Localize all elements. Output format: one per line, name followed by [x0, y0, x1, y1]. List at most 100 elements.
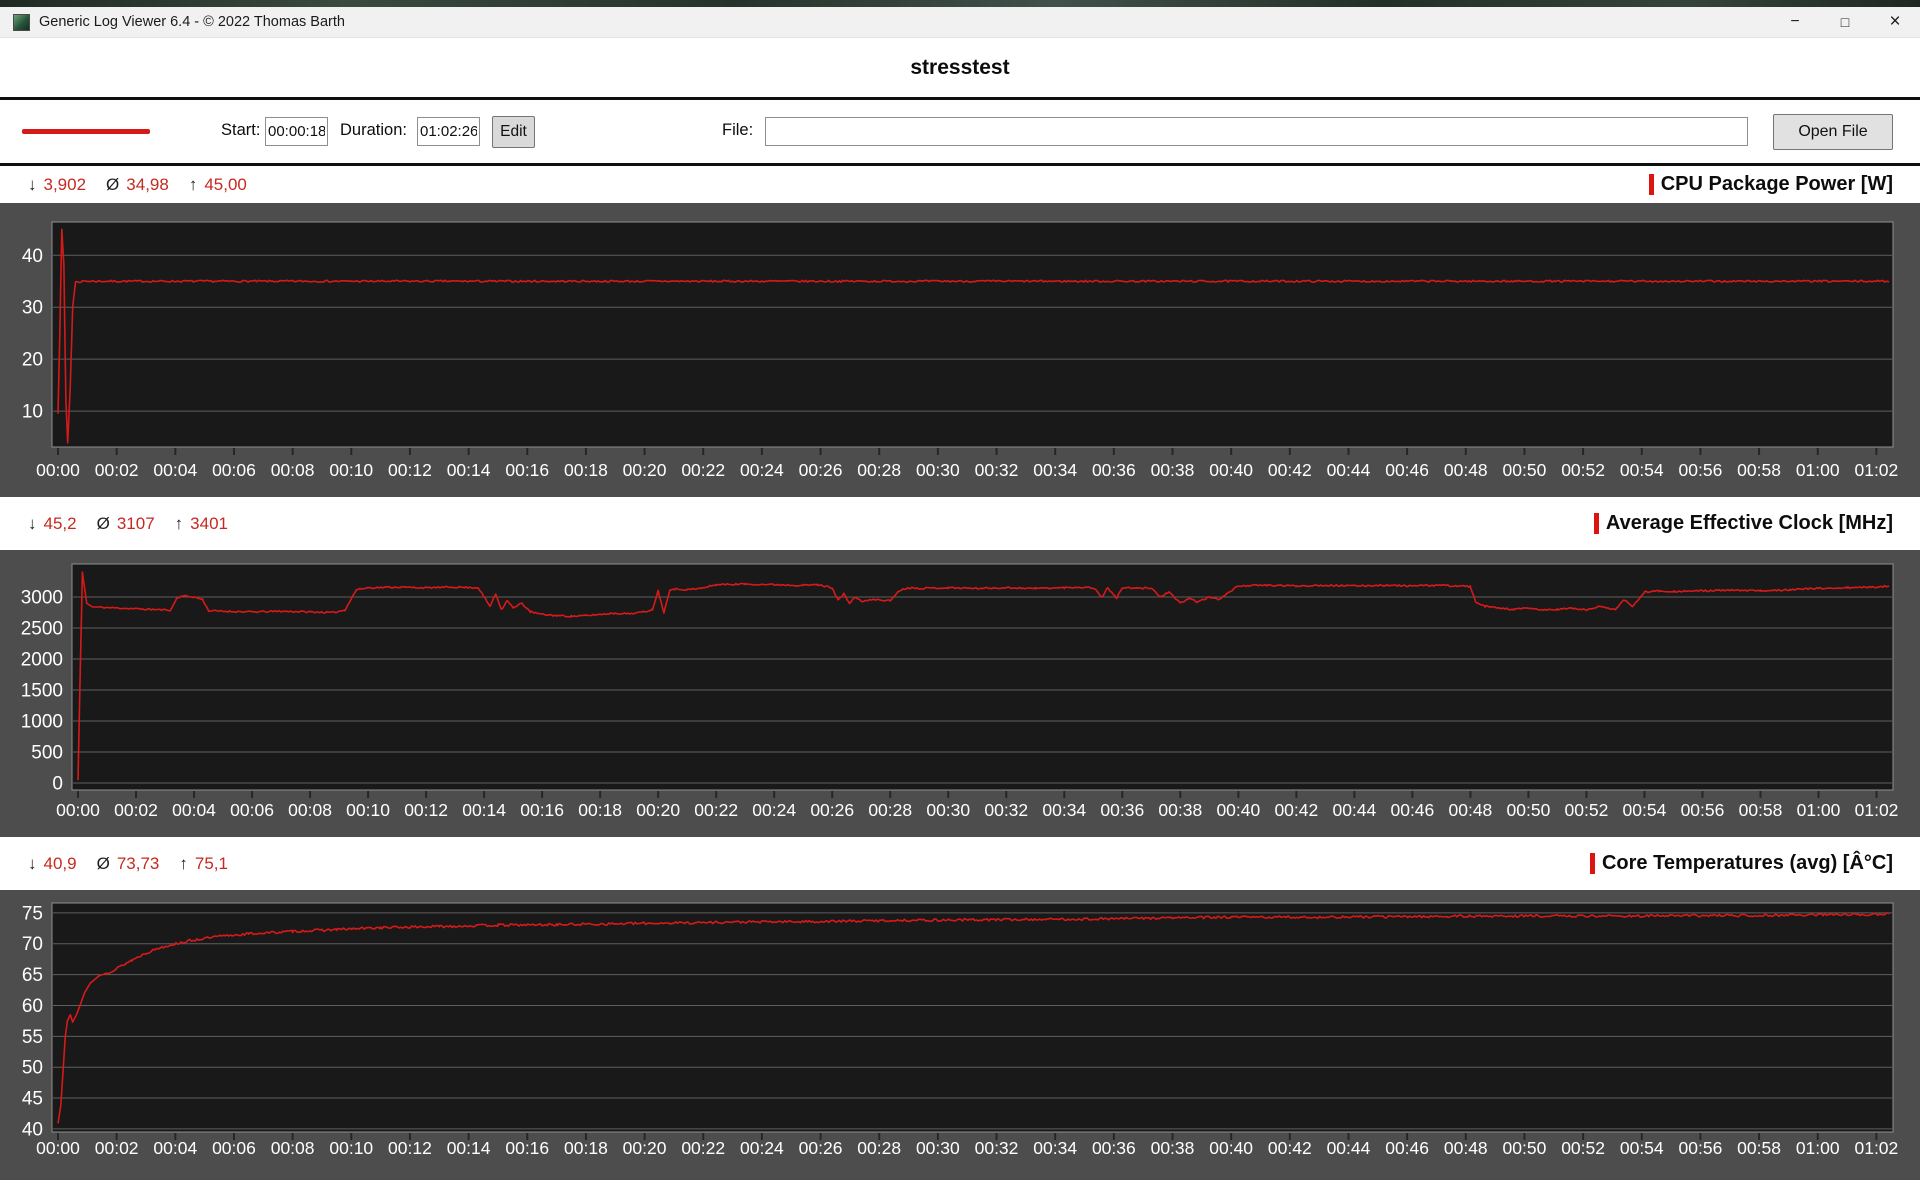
x-axis-label: 00:48: [1449, 800, 1493, 820]
chart-accent-bar: [1649, 174, 1654, 195]
x-axis-label: 00:38: [1151, 460, 1195, 480]
min-arrow-icon: ↓: [28, 175, 37, 195]
x-axis-label: 00:18: [564, 460, 608, 480]
x-axis-label: 00:36: [1092, 1138, 1136, 1158]
x-axis-label: 00:28: [868, 800, 912, 820]
page-title: stresstest: [910, 56, 1009, 80]
x-axis-label: 00:56: [1679, 460, 1723, 480]
x-axis-label: 00:08: [271, 1138, 315, 1158]
x-axis-label: 00:54: [1620, 1138, 1664, 1158]
x-axis-label: 00:34: [1033, 460, 1077, 480]
close-button[interactable]: ×: [1870, 7, 1920, 37]
chart-title-group: Average Effective Clock [MHz]: [1594, 512, 1893, 535]
y-axis-label: 65: [22, 965, 43, 986]
x-axis-label: 01:02: [1855, 800, 1899, 820]
max-arrow-icon: ↑: [189, 175, 198, 195]
x-axis-label: 00:48: [1444, 460, 1488, 480]
chart-svg: 1020304000:0000:0200:0400:0600:0800:1000…: [0, 203, 1920, 497]
x-axis-label: 00:04: [153, 1138, 197, 1158]
x-axis-label: 00:24: [752, 800, 796, 820]
x-axis-label: 00:38: [1158, 800, 1202, 820]
chart-svg: 404550556065707500:0000:0200:0400:0600:0…: [0, 890, 1920, 1180]
x-axis-label: 00:04: [172, 800, 216, 820]
x-axis-label: 00:36: [1100, 800, 1144, 820]
y-axis-label: 500: [31, 743, 63, 764]
chart-panel-effective-clock: 05001000150020002500300000:0000:0200:040…: [0, 550, 1920, 837]
minimize-button[interactable]: −: [1770, 7, 1820, 37]
x-axis-label: 00:06: [230, 800, 274, 820]
stat-avg-value: 3107: [117, 514, 155, 534]
y-axis-label: 45: [22, 1089, 43, 1110]
max-arrow-icon: ↑: [179, 854, 188, 874]
x-axis-label: 00:12: [388, 1138, 432, 1158]
x-axis-label: 00:26: [810, 800, 854, 820]
x-axis-label: 00:24: [740, 1138, 784, 1158]
toolbar: Start: Duration: Edit File: Open File: [0, 100, 1920, 163]
chart-stats: ↓ 40,9 Ø 73,73 ↑ 75,1: [28, 854, 248, 874]
x-axis-label: 00:10: [329, 460, 373, 480]
chart-title: Average Effective Clock [MHz]: [1606, 512, 1893, 535]
x-axis-label: 00:40: [1209, 1138, 1253, 1158]
x-axis-label: 00:26: [799, 460, 843, 480]
x-axis-label: 00:58: [1737, 1138, 1781, 1158]
desktop-background-strip: [0, 0, 1920, 7]
x-axis-label: 00:10: [329, 1138, 373, 1158]
x-axis-label: 00:00: [36, 1138, 80, 1158]
max-arrow-icon: ↑: [175, 514, 184, 534]
x-axis-label: 00:34: [1033, 1138, 1077, 1158]
chart-title-group: CPU Package Power [W]: [1649, 173, 1893, 196]
x-axis-label: 00:14: [447, 460, 491, 480]
x-axis-label: 00:16: [505, 1138, 549, 1158]
maximize-button[interactable]: □: [1820, 7, 1870, 37]
chart-svg: 05001000150020002500300000:0000:0200:040…: [0, 550, 1920, 837]
y-axis-label: 2000: [21, 650, 63, 671]
x-axis-label: 00:00: [36, 460, 80, 480]
stat-min-value: 3,902: [44, 175, 87, 195]
duration-input[interactable]: [417, 117, 480, 146]
x-axis-label: 00:46: [1385, 460, 1429, 480]
x-axis-label: 01:00: [1796, 460, 1840, 480]
x-axis-label: 01:02: [1854, 460, 1898, 480]
x-axis-label: 00:28: [857, 460, 901, 480]
x-axis-label: 00:58: [1739, 800, 1783, 820]
x-axis-label: 00:28: [857, 1138, 901, 1158]
start-input[interactable]: [265, 117, 328, 146]
x-axis-label: 00:20: [623, 460, 667, 480]
x-axis-label: 00:20: [623, 1138, 667, 1158]
x-axis-label: 00:30: [926, 800, 970, 820]
x-axis-label: 00:40: [1209, 460, 1253, 480]
x-axis-label: 00:02: [95, 460, 139, 480]
x-axis-label: 00:04: [153, 460, 197, 480]
edit-button[interactable]: Edit: [492, 116, 535, 148]
y-axis-label: 60: [22, 996, 43, 1017]
x-axis-label: 00:14: [447, 1138, 491, 1158]
x-axis-label: 00:50: [1503, 1138, 1547, 1158]
window-controls: − □ ×: [1770, 7, 1920, 37]
file-input[interactable]: [765, 117, 1748, 146]
open-file-button[interactable]: Open File: [1773, 114, 1893, 150]
y-axis-label: 50: [22, 1058, 43, 1079]
start-label: Start:: [221, 121, 260, 140]
x-axis-label: 00:54: [1623, 800, 1667, 820]
x-axis-label: 00:50: [1507, 800, 1551, 820]
window-title: Generic Log Viewer 6.4 - © 2022 Thomas B…: [39, 14, 345, 30]
titlebar: Generic Log Viewer 6.4 - © 2022 Thomas B…: [0, 7, 1920, 38]
chart-panel-cpu-power: 1020304000:0000:0200:0400:0600:0800:1000…: [0, 203, 1920, 497]
x-axis-label: 00:56: [1681, 800, 1725, 820]
x-axis-label: 01:00: [1796, 1138, 1840, 1158]
x-axis-label: 00:48: [1444, 1138, 1488, 1158]
x-axis-label: 00:52: [1561, 1138, 1605, 1158]
x-axis-label: 00:36: [1092, 460, 1136, 480]
x-axis-label: 00:06: [212, 460, 256, 480]
x-axis-label: 00:00: [56, 800, 100, 820]
min-arrow-icon: ↓: [28, 514, 37, 534]
x-axis-label: 00:24: [740, 460, 784, 480]
y-axis-label: 1500: [21, 681, 63, 702]
y-axis-label: 20: [22, 350, 43, 371]
y-axis-label: 1000: [21, 712, 63, 733]
x-axis-label: 00:30: [916, 460, 960, 480]
x-axis-label: 00:22: [681, 460, 725, 480]
chart-title: CPU Package Power [W]: [1661, 173, 1893, 196]
file-label: File:: [722, 121, 753, 140]
y-axis-label: 2500: [21, 619, 63, 640]
